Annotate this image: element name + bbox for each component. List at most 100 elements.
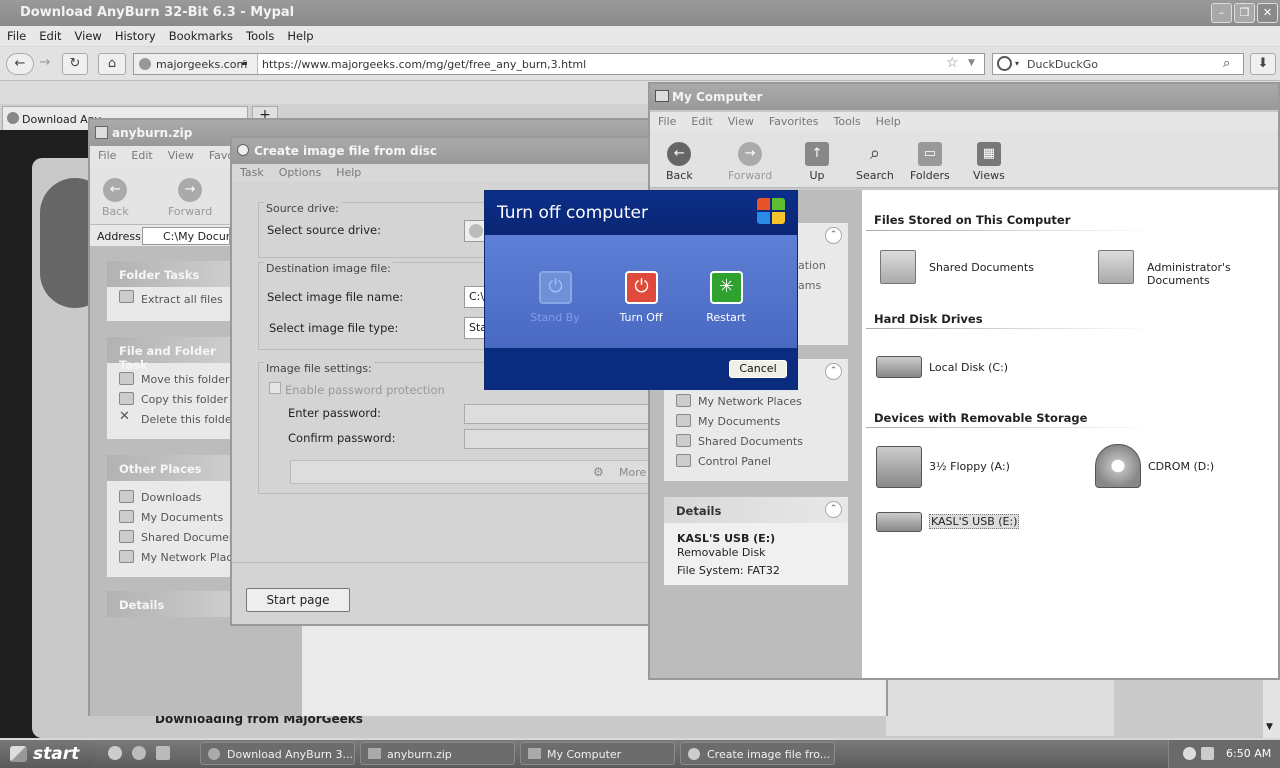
collapse-chevron-icon[interactable]: ⌃	[825, 227, 842, 244]
standby-button[interactable]: ⏻ Stand By	[515, 235, 595, 348]
url-bar[interactable]: majorgeeks.com 🔒︎ https://www.majorgeeks…	[133, 53, 985, 75]
shared-documents-item[interactable]: Shared Documents	[880, 250, 1034, 284]
taskbar-item-anyburn-zip[interactable]: anyburn.zip	[360, 742, 515, 765]
menu-edit[interactable]: Edit	[32, 26, 67, 43]
file-folder-tasks-header[interactable]: File and Folder Task	[107, 337, 231, 372]
copy-folder-link[interactable]: Copy this folder	[107, 389, 231, 409]
dropdown-icon[interactable]: ▼	[968, 58, 975, 68]
close-button[interactable]: ✕	[1257, 3, 1278, 23]
menu-file[interactable]: File	[0, 26, 32, 43]
bookmark-star-icon[interactable]: ☆	[946, 55, 959, 71]
quick-launch-browser-icon[interactable]	[108, 746, 122, 760]
start-button[interactable]: start	[0, 740, 96, 768]
zip-menu-view[interactable]: View	[160, 146, 201, 162]
menu-help[interactable]: Help	[280, 26, 319, 43]
minimize-button[interactable]: –	[1211, 3, 1232, 23]
taskbar-item-anyburn[interactable]: Create image file fro...	[680, 742, 835, 765]
turn-off-button[interactable]: ⏻ Turn Off	[602, 235, 682, 348]
move-folder-link[interactable]: Move this folder	[107, 369, 231, 389]
mc-menu-help[interactable]: Help	[868, 112, 908, 128]
start-page-button[interactable]: Start page	[246, 588, 350, 612]
collapse-chevron-icon[interactable]: ⌃	[825, 501, 842, 518]
mc-search-label: Search	[856, 169, 894, 182]
anyburn-menu-options[interactable]: Options	[271, 164, 328, 179]
anyburn-menu-help[interactable]: Help	[328, 164, 368, 179]
mc-views-button[interactable]: ▦ Views	[973, 142, 1005, 182]
shared-documents-link[interactable]: Shared Documents	[107, 527, 231, 547]
zip-forward-button[interactable]: → Forward	[168, 178, 212, 218]
folder-icon	[676, 414, 691, 427]
clock[interactable]: 6:50 AM	[1226, 747, 1271, 760]
delete-folder-link[interactable]: ✕ Delete this folder	[107, 409, 231, 429]
mc-menu-tools[interactable]: Tools	[826, 112, 868, 128]
confirm-password-input[interactable]	[464, 429, 664, 449]
collapse-chevron-icon[interactable]: ⌃	[825, 363, 842, 380]
home-icon[interactable]: ⌂	[98, 53, 126, 75]
network-places-link[interactable]: My Network Places	[107, 547, 231, 567]
search-bar[interactable]: ▾ DuckDuckGo ⌕	[992, 53, 1244, 75]
details-file-system: File System: FAT32	[677, 564, 780, 577]
search-icon[interactable]: ⌕	[1223, 56, 1230, 71]
security-tray-icon[interactable]	[1183, 747, 1196, 760]
restart-button[interactable]: ✳ Restart	[687, 235, 767, 348]
mc-shared-documents-link[interactable]: Shared Documents	[664, 431, 848, 451]
cancel-button[interactable]: Cancel	[729, 360, 787, 378]
enter-password-input[interactable]	[464, 404, 664, 424]
menu-bookmarks[interactable]: Bookmarks	[162, 26, 239, 43]
my-documents-link[interactable]: My Documents	[107, 507, 231, 527]
usb-tray-icon[interactable]	[1201, 747, 1214, 760]
mc-shared-docs-label: Shared Documents	[698, 435, 803, 448]
zip-other-places-header[interactable]: Other Places	[107, 455, 231, 481]
quick-launch-media-icon[interactable]	[132, 746, 146, 760]
mc-back-button[interactable]: ← Back	[666, 142, 693, 182]
mc-search-button[interactable]: ⌕ Search	[856, 142, 894, 182]
mc-details-header[interactable]: Details	[664, 497, 848, 523]
floppy-item[interactable]: 3½ Floppy (A:)	[876, 446, 1010, 488]
menu-view[interactable]: View	[68, 26, 108, 43]
downloads-link[interactable]: Downloads	[107, 487, 231, 507]
menu-history[interactable]: History	[108, 26, 162, 43]
control-panel-link[interactable]: Control Panel	[664, 451, 848, 471]
divider	[232, 562, 658, 563]
mc-network-places-link[interactable]: My Network Places	[664, 391, 848, 411]
download-icon[interactable]: ⬇	[1250, 53, 1276, 75]
system-task-partial-2[interactable]: ams	[798, 279, 821, 292]
mc-menu-favorites[interactable]: Favorites	[761, 112, 826, 128]
zip-details-header[interactable]: Details	[107, 591, 231, 617]
administrator-documents-item[interactable]: Administrator's Documents	[1098, 250, 1280, 287]
usb-drive-item[interactable]: KASL'S USB (E:)	[876, 508, 1020, 532]
site-identity[interactable]: majorgeeks.com 🔒︎	[134, 54, 258, 74]
local-disk-item[interactable]: Local Disk (C:)	[876, 352, 1008, 378]
lock-icon: 🔒︎	[242, 57, 248, 68]
taskbar-item-browser[interactable]: Download AnyBurn 3...	[200, 742, 355, 765]
folder-icon	[1098, 250, 1134, 284]
maximize-button[interactable]: ❐	[1234, 3, 1255, 23]
zip-back-button[interactable]: ← Back	[102, 178, 129, 218]
more-button[interactable]: ⚙ More	[290, 460, 658, 484]
quick-launch-desktop-icon[interactable]	[156, 746, 170, 760]
back-arrow-icon[interactable]: ←	[6, 53, 34, 75]
mc-forward-button[interactable]: → Forward	[728, 142, 772, 182]
extract-all-files-link[interactable]: Extract all files	[107, 287, 231, 307]
zip-menu-edit[interactable]: Edit	[123, 146, 159, 162]
zip-menu-file[interactable]: File	[90, 146, 123, 162]
more-label: More	[619, 466, 647, 479]
mc-folders-button[interactable]: ▭ Folders	[910, 142, 950, 182]
forward-arrow-icon[interactable]: →	[34, 53, 56, 75]
cdrom-item[interactable]: CDROM (D:)	[1095, 444, 1214, 488]
search-engine-dropdown-icon[interactable]: ▾	[1015, 59, 1019, 68]
mc-up-button[interactable]: ↑ Up	[805, 142, 829, 182]
anyburn-menu-task[interactable]: Task	[232, 164, 271, 179]
scroll-down-icon[interactable]: ▼	[1266, 722, 1273, 732]
mc-menu-file[interactable]: File	[650, 112, 683, 128]
mc-menu-view[interactable]: View	[720, 112, 761, 128]
password-checkbox[interactable]	[269, 382, 281, 394]
mc-my-documents-link[interactable]: My Documents	[664, 411, 848, 431]
reload-icon[interactable]: ↻	[62, 53, 88, 75]
mc-menu-edit[interactable]: Edit	[683, 112, 719, 128]
menu-tools[interactable]: Tools	[239, 26, 280, 43]
folder-tasks-header[interactable]: Folder Tasks	[107, 261, 231, 287]
system-task-partial-1[interactable]: ation	[798, 259, 826, 272]
address-input[interactable]: C:\My Docume	[142, 227, 230, 245]
taskbar-item-my-computer[interactable]: My Computer	[520, 742, 675, 765]
